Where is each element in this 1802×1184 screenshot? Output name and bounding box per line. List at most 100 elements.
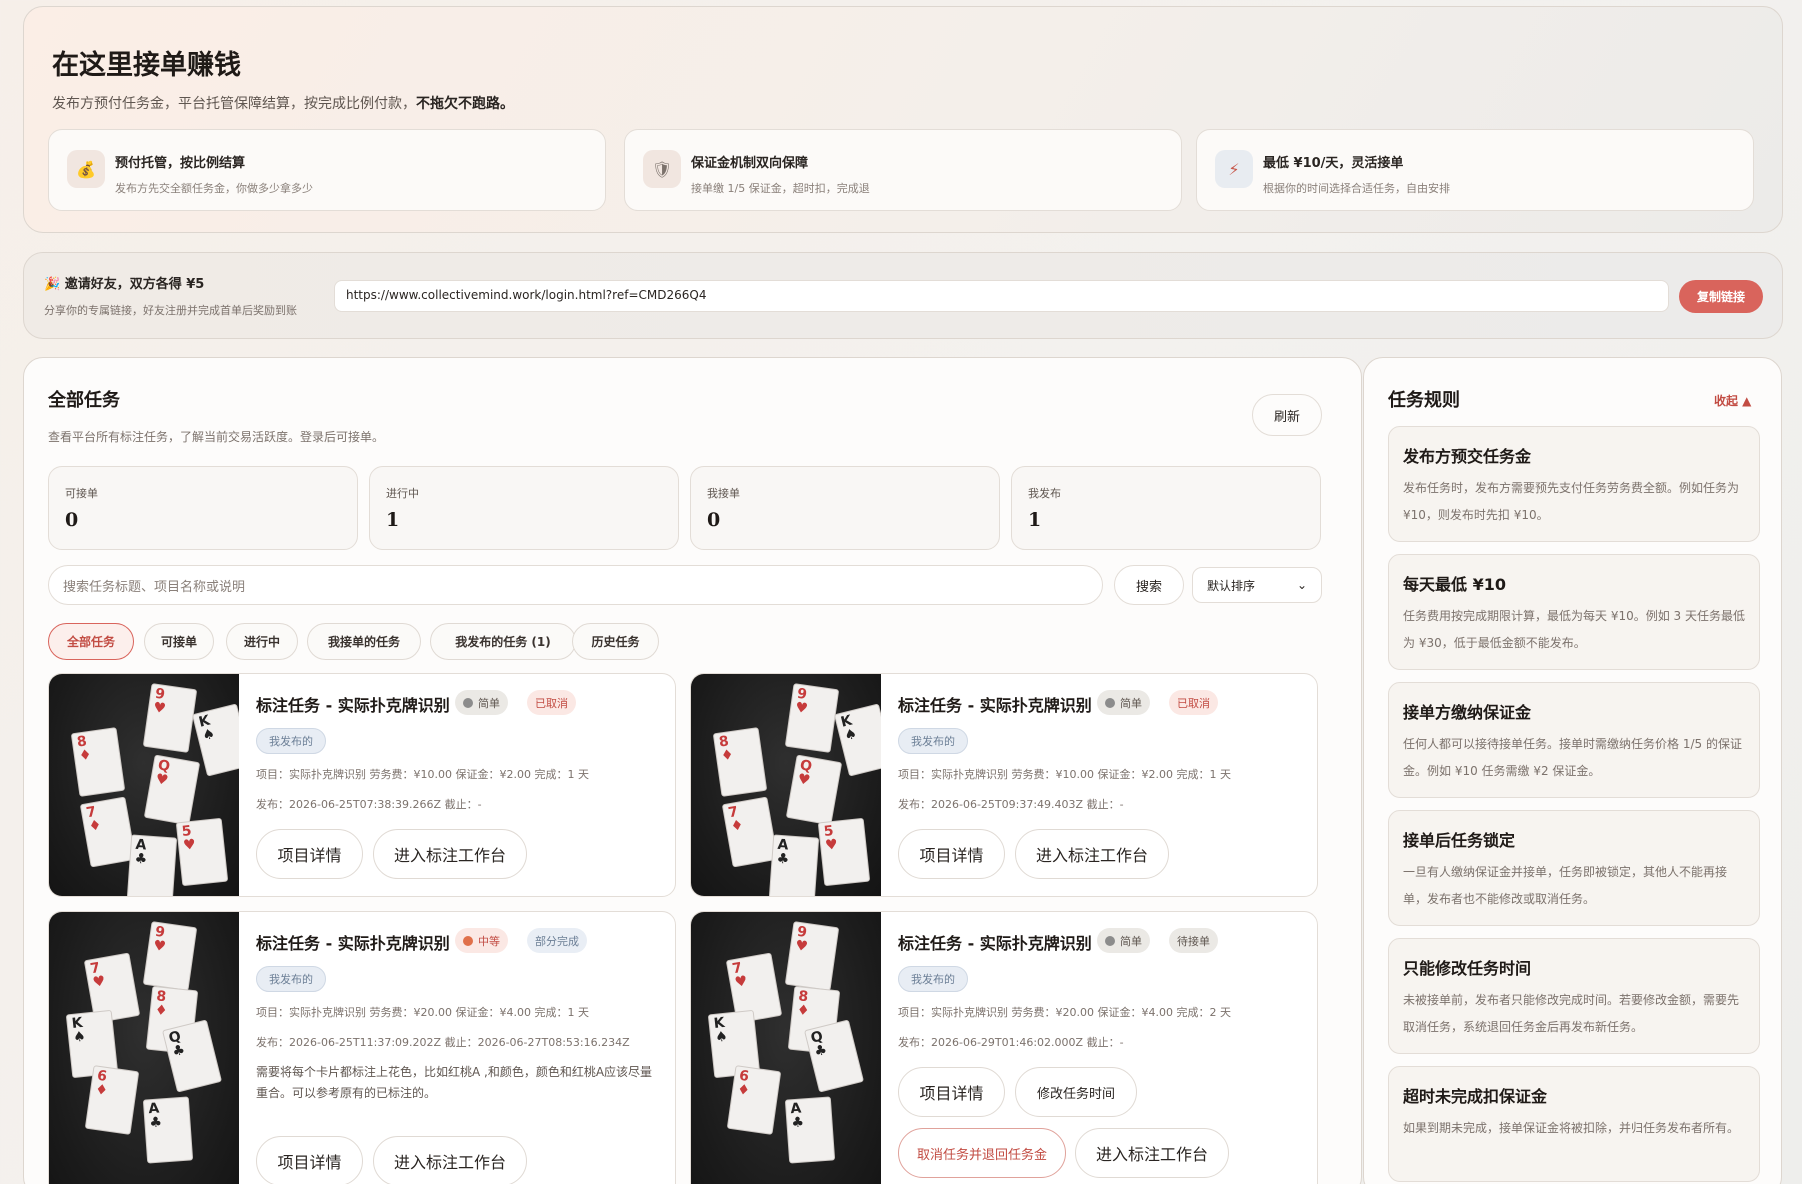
- filter-my-published[interactable]: 我发布的任务 (1): [430, 623, 576, 660]
- feature-title: 保证金机制双向保障: [691, 156, 809, 171]
- invite-banner: 🎉 邀请好友，双方各得 ¥5 分享你的专属链接，好友注册并完成首单后奖励到账 h…: [23, 252, 1783, 339]
- enter-workbench-button[interactable]: 进入标注工作台: [373, 1136, 527, 1184]
- task-thumbnail: 9 ♥ 7 ♥ 8 ♦ K ♠ Q ♣ 6 ♦ A ♣: [49, 912, 239, 1184]
- task-title: 标注任务 - 实际扑克牌识别: [898, 934, 1092, 953]
- stat-value: 1: [386, 509, 400, 531]
- task-thumbnail: 9 ♥ 7 ♥ 8 ♦ K ♠ Q ♣ 6 ♦ A ♣: [691, 912, 881, 1184]
- rule-card: 超时未完成扣保证金 如果到期未完成，接单保证金将被扣除，并归任务发布者所有。: [1388, 1066, 1760, 1182]
- task-description: 需要将每个卡片都标注上花色，比如红桃A ,和颜色，颜色和红桃A应该尽量重合。可以…: [256, 1065, 653, 1100]
- tasks-title: 全部任务: [48, 390, 120, 411]
- invite-title: 🎉 邀请好友，双方各得 ¥5: [44, 277, 205, 292]
- filter-available[interactable]: 可接单: [144, 623, 214, 660]
- status-badge: 已取消: [527, 690, 576, 715]
- rule-card: 每天最低 ¥10 任务费用按完成期限计算，最低为每天 ¥10。例如 3 天任务最…: [1388, 554, 1760, 670]
- enter-workbench-button[interactable]: 进入标注工作台: [1075, 1128, 1229, 1178]
- stat-available: 可接单 0: [48, 466, 358, 550]
- rule-desc: 如果到期未完成，接单保证金将被扣除，并归任务发布者所有。: [1403, 1121, 1740, 1135]
- owner-tag: 我发布的: [898, 966, 968, 992]
- shield-icon: 🛡: [643, 150, 681, 188]
- task-thumbnail: 9 ♥ K ♠ 8 ♦ Q ♥ 7 ♦ A ♣ 5 ♥: [691, 674, 881, 896]
- search-button[interactable]: 搜索: [1114, 565, 1184, 605]
- difficulty-dot-icon: [463, 697, 473, 708]
- rule-card: 只能修改任务时间 未被接单前，发布者只能修改完成时间。若要修改金额，需要先取消任…: [1388, 938, 1760, 1054]
- owner-tag: 我发布的: [256, 966, 326, 992]
- enter-workbench-button[interactable]: 进入标注工作台: [373, 829, 527, 879]
- stat-value: 1: [1028, 509, 1042, 531]
- sort-select[interactable]: 默认排序 ⌄: [1192, 567, 1322, 603]
- difficulty-dot-icon: [1105, 697, 1115, 708]
- feature-card-escrow: 💰 预付托管，按比例结算 发布方先交全额任务金，你做多少拿多少: [48, 129, 606, 211]
- task-title: 标注任务 - 实际扑克牌识别: [256, 696, 450, 715]
- task-card[interactable]: 9 ♥ 7 ♥ 8 ♦ K ♠ Q ♣ 6 ♦ A ♣ 标注任务 - 实际扑克牌识别 中等 部…: [48, 911, 676, 1184]
- sort-value: 默认排序: [1207, 578, 1256, 593]
- filter-my-taken[interactable]: 我接单的任务: [307, 623, 421, 660]
- rules-collapse-toggle[interactable]: 收起 ▲: [1714, 392, 1751, 409]
- rule-desc: 发布任务时，发布方需要预先支付任务劳务费全额。例如任务为 ¥10，则发布时先扣 …: [1403, 481, 1740, 522]
- feature-card-flexible: ⚡ 最低 ¥10/天，灵活接单 根据你的时间选择合适任务，自由安排: [1196, 129, 1754, 211]
- enter-workbench-button[interactable]: 进入标注工作台: [1015, 829, 1169, 879]
- task-meta-fees: 项目：实际扑克牌识别 劳务费：¥20.00 保证金：¥4.00 完成：1 天: [256, 1006, 589, 1019]
- task-card[interactable]: 9 ♥ K ♠ 8 ♦ Q ♥ 7 ♦ A ♣ 5 ♥ 标注任务 - 实际扑克牌识别 简单 已…: [690, 673, 1318, 897]
- project-detail-button[interactable]: 项目详情: [898, 1067, 1005, 1117]
- filter-all[interactable]: 全部任务: [48, 623, 134, 660]
- difficulty-badge: 简单: [455, 690, 508, 715]
- rule-card: 接单后任务锁定 一旦有人缴纳保证金并接单，任务即被锁定，其他人不能再接单，发布者…: [1388, 810, 1760, 926]
- owner-tag: 我发布的: [898, 728, 968, 754]
- invite-link-field[interactable]: https://www.collectivemind.work/login.ht…: [334, 280, 1669, 312]
- tasks-panel: 全部任务 查看平台所有标注任务，了解当前交易活跃度。登录后可接单。 刷新 可接单…: [23, 357, 1362, 1184]
- cancel-refund-button[interactable]: 取消任务并退回任务金: [898, 1128, 1066, 1178]
- task-meta-dates: 发布：2026-06-25T11:37:09.202Z 截止：2026-06-2…: [256, 1036, 630, 1049]
- rule-desc: 一旦有人缴纳保证金并接单，任务即被锁定，其他人不能再接单，发布者也不能修改或取消…: [1403, 865, 1728, 906]
- refresh-button[interactable]: 刷新: [1252, 394, 1322, 436]
- search-input[interactable]: 搜索任务标题、项目名称或说明: [48, 565, 1103, 605]
- difficulty-badge: 中等: [455, 928, 508, 953]
- hero-banner: 在这里接单赚钱 发布方预付任务金，平台托管保障结算，按完成比例付款，不拖欠不跑路…: [23, 6, 1783, 233]
- invite-desc: 分享你的专属链接，好友注册并完成首单后奖励到账: [44, 304, 297, 317]
- rule-card: 接单方缴纳保证金 任何人都可以接待接单任务。接单时需缴纳任务价格 1/5 的保证…: [1388, 682, 1760, 798]
- edit-time-button[interactable]: 修改任务时间: [1015, 1067, 1137, 1117]
- rule-title: 每天最低 ¥10: [1403, 575, 1506, 594]
- stat-label: 进行中: [386, 487, 419, 500]
- status-badge: 待接单: [1169, 928, 1218, 953]
- rule-desc: 未被接单前，发布者只能修改完成时间。若要修改金额，需要先取消任务，系统退回任务金…: [1403, 993, 1740, 1034]
- task-card[interactable]: 9 ♥ 7 ♥ 8 ♦ K ♠ Q ♣ 6 ♦ A ♣ 标注任务 - 实际扑克牌识别 简单 待…: [690, 911, 1318, 1184]
- task-title: 标注任务 - 实际扑克牌识别: [256, 934, 450, 953]
- task-meta-fees: 项目：实际扑克牌识别 劳务费：¥10.00 保证金：¥2.00 完成：1 天: [256, 768, 589, 781]
- stat-value: 0: [707, 509, 721, 531]
- rules-title: 任务规则: [1388, 390, 1460, 411]
- task-meta-fees: 项目：实际扑克牌识别 劳务费：¥10.00 保证金：¥2.00 完成：1 天: [898, 768, 1231, 781]
- filter-in-progress[interactable]: 进行中: [226, 623, 298, 660]
- difficulty-dot-icon: [463, 935, 473, 946]
- project-detail-button[interactable]: 项目详情: [898, 829, 1005, 879]
- stat-in-progress: 进行中 1: [369, 466, 679, 550]
- task-meta-dates: 发布：2026-06-25T09:37:49.403Z 截止：-: [898, 798, 1124, 811]
- rule-title: 只能修改任务时间: [1403, 959, 1532, 978]
- feature-card-deposit: 🛡 保证金机制双向保障 接单缴 1/5 保证金，超时扣，完成退: [624, 129, 1182, 211]
- chevron-down-icon: ⌄: [1296, 578, 1307, 592]
- money-bag-icon: 💰: [67, 150, 105, 188]
- feature-desc: 根据你的时间选择合适任务，自由安排: [1263, 182, 1450, 195]
- hero-subtitle: 发布方预付任务金，平台托管保障结算，按完成比例付款，不拖欠不跑路。: [52, 96, 514, 112]
- status-badge: 已取消: [1169, 690, 1218, 715]
- lightning-icon: ⚡: [1215, 150, 1253, 188]
- tasks-subtitle: 查看平台所有标注任务，了解当前交易活跃度。登录后可接单。: [48, 430, 385, 444]
- copy-link-button[interactable]: 复制链接: [1679, 280, 1763, 313]
- filter-history[interactable]: 历史任务: [572, 623, 659, 660]
- task-card[interactable]: 9 ♥ K ♠ 8 ♦ Q ♥ 7 ♦ A ♣ 5 ♥ 标注任务 - 实际扑克牌识别 简单 已…: [48, 673, 676, 897]
- rule-title: 接单方缴纳保证金: [1403, 703, 1532, 722]
- stat-my-published: 我发布 1: [1011, 466, 1321, 550]
- project-detail-button[interactable]: 项目详情: [256, 829, 363, 879]
- difficulty-badge: 简单: [1097, 928, 1150, 953]
- stat-label: 我发布: [1028, 487, 1061, 500]
- task-meta-dates: 发布：2026-06-29T01:46:02.000Z 截止：-: [898, 1036, 1124, 1049]
- task-thumbnail: 9 ♥ K ♠ 8 ♦ Q ♥ 7 ♦ A ♣ 5 ♥: [49, 674, 239, 896]
- rule-title: 接单后任务锁定: [1403, 831, 1516, 850]
- feature-title: 最低 ¥10/天，灵活接单: [1263, 156, 1404, 171]
- task-meta-fees: 项目：实际扑克牌识别 劳务费：¥20.00 保证金：¥4.00 完成：2 天: [898, 1006, 1231, 1019]
- rule-title: 超时未完成扣保证金: [1403, 1087, 1548, 1106]
- project-detail-button[interactable]: 项目详情: [256, 1136, 363, 1184]
- difficulty-dot-icon: [1105, 935, 1115, 946]
- stat-value: 0: [65, 509, 79, 531]
- feature-desc: 发布方先交全额任务金，你做多少拿多少: [115, 182, 313, 195]
- rule-desc: 任务费用按完成期限计算，最低为每天 ¥10。例如 3 天任务最低为 ¥30，低于…: [1403, 609, 1745, 650]
